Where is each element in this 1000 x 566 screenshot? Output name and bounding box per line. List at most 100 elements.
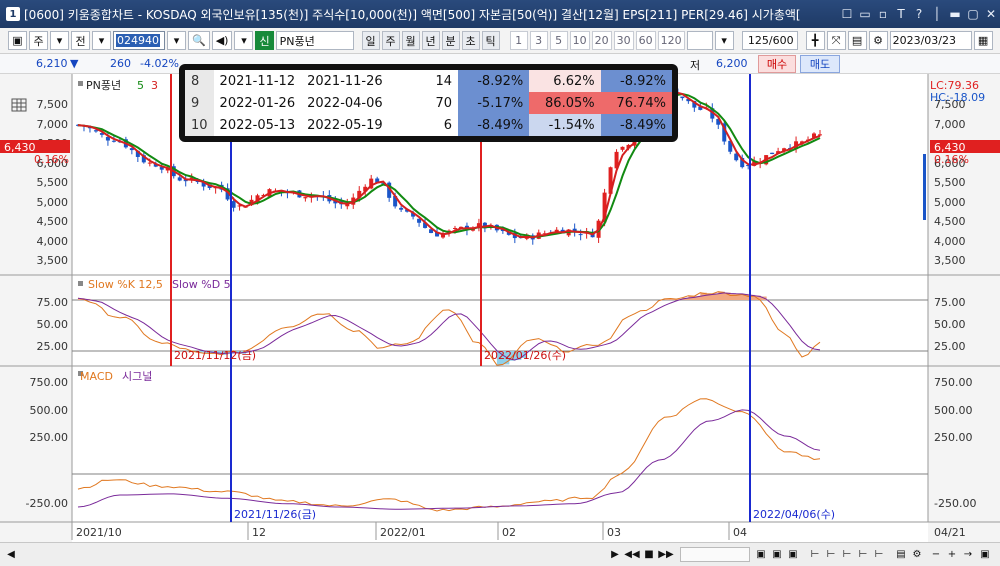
- fit-icon[interactable]: ▣: [978, 547, 992, 562]
- image-icon[interactable]: ▤: [894, 547, 908, 562]
- candle-body: [770, 152, 775, 155]
- gear-icon[interactable]: ⚙: [910, 547, 924, 562]
- maximize-icon[interactable]: ▢: [964, 5, 982, 23]
- market-select[interactable]: 전: [71, 31, 90, 50]
- interval-button[interactable]: 120: [657, 31, 685, 50]
- ruler-icon[interactable]: ⊢: [808, 547, 822, 562]
- interval-button[interactable]: 10: [569, 31, 590, 50]
- period-tab-monthly[interactable]: 월: [401, 31, 420, 50]
- zoom-slider[interactable]: [680, 547, 750, 562]
- x-tick: 02: [502, 526, 516, 539]
- candle-body: [231, 201, 236, 208]
- plus-icon[interactable]: +: [946, 547, 958, 562]
- y-tick: 25.00: [37, 340, 69, 353]
- link-icon[interactable]: ☐: [838, 5, 856, 23]
- period-tab-second[interactable]: 초: [461, 31, 480, 50]
- legend-ma-short: 3: [151, 79, 158, 92]
- type-dropdown-icon[interactable]: ▾: [50, 31, 69, 50]
- tile-icon[interactable]: ▫: [874, 5, 892, 23]
- period-tab-yearly[interactable]: 년: [421, 31, 440, 50]
- ruler-icon[interactable]: ⊢: [856, 547, 870, 562]
- period-tab-daily[interactable]: 일: [361, 31, 380, 50]
- legend-stock-name: PN풍년: [86, 79, 121, 92]
- main-toolbar: ▣ 주 ▾ 전 ▾ 024940 ▾ 🔍 ◀) ▾ 신 PN풍년 일 주 월 년…: [0, 28, 1000, 54]
- settings-icon[interactable]: ⚙: [868, 31, 888, 50]
- interval-button[interactable]: 20: [591, 31, 612, 50]
- window-title: [0600] 키움종합차트 - KOSDAQ 외국인보유[135(천)] 주식수…: [24, 7, 801, 22]
- calendar-icon[interactable]: ▦: [973, 31, 993, 50]
- period-tab-minute[interactable]: 분: [441, 31, 460, 50]
- stock-name-field[interactable]: PN풍년: [275, 31, 354, 50]
- bar-count-field[interactable]: 125/600: [741, 31, 798, 50]
- view-icon[interactable]: ▣: [754, 547, 768, 562]
- y-tick: 500.00: [30, 404, 69, 417]
- sound-dropdown-icon[interactable]: ▾: [234, 31, 254, 50]
- marker-label: 2022/04/06(수): [753, 508, 835, 521]
- type-select[interactable]: 주: [29, 31, 48, 50]
- restore-icon[interactable]: ▭: [856, 5, 874, 23]
- ruler-icon[interactable]: ⊢: [824, 547, 838, 562]
- y-tick: 750.00: [30, 376, 69, 389]
- interval-input[interactable]: [686, 31, 713, 50]
- interval-button[interactable]: 1: [509, 31, 528, 50]
- market-dropdown-icon[interactable]: ▾: [92, 31, 111, 50]
- marker-label: 2021/11/12(금): [174, 349, 256, 362]
- hc-label: HC:-18.09: [930, 91, 985, 104]
- stop-icon[interactable]: ■: [642, 547, 656, 562]
- interval-button[interactable]: 3: [529, 31, 548, 50]
- fast-forward-icon[interactable]: ▶▶: [658, 547, 674, 562]
- legend-ma-long: 5: [137, 79, 144, 92]
- date-field[interactable]: 2023/03/23: [889, 31, 972, 50]
- close-icon[interactable]: ✕: [982, 5, 1000, 23]
- ruler-icon[interactable]: ⊢: [872, 547, 886, 562]
- candle-body: [303, 197, 308, 199]
- sell-button[interactable]: 매도: [800, 55, 840, 73]
- draw-tool-icon[interactable]: ⤧: [826, 31, 846, 50]
- backtest-row[interactable]: 8 2021-11-12 2021-11-26 14 -8.92% 6.62% -8.92%: [185, 70, 672, 92]
- period-tab-tick[interactable]: 틱: [481, 31, 500, 50]
- return-min: -8.92%: [458, 70, 530, 92]
- period-tab-weekly[interactable]: 주: [381, 31, 400, 50]
- y-tick: 4,500: [37, 215, 69, 228]
- overbought-fill: [730, 293, 737, 300]
- play-icon[interactable]: ▶: [608, 547, 622, 562]
- row-index: 10: [185, 114, 214, 136]
- sound-icon[interactable]: ◀): [211, 31, 233, 50]
- ruler-icon[interactable]: ⊢: [840, 547, 854, 562]
- x-tick: 2022/01: [380, 526, 426, 539]
- view-icon[interactable]: ▣: [786, 547, 800, 562]
- return-final: -8.92%: [600, 70, 672, 92]
- title-bar: 1 [0600] 키움종합차트 - KOSDAQ 외국인보유[135(천)] 주…: [0, 0, 1000, 28]
- minus-icon[interactable]: −: [930, 547, 942, 562]
- rewind-icon[interactable]: ◀◀: [624, 547, 640, 562]
- interval-dropdown-icon[interactable]: ▾: [714, 31, 734, 50]
- backtest-row[interactable]: 9 2022-01-26 2022-04-06 70 -5.17% 86.05% 76.74…: [185, 92, 672, 114]
- interval-button[interactable]: 5: [549, 31, 568, 50]
- interval-button[interactable]: 30: [613, 31, 634, 50]
- bar-count-total: /600: [768, 34, 794, 47]
- bar-count: 14: [435, 73, 453, 89]
- save-icon[interactable]: ▤: [847, 31, 867, 50]
- minimize-icon[interactable]: ▬: [946, 5, 964, 23]
- stock-chart[interactable]: 2021/11/12(금) 2022/01/26(수) 2021/11/26(금…: [0, 74, 1000, 542]
- layout-icon[interactable]: ▣: [8, 31, 27, 50]
- chart-type-icon[interactable]: ╋: [805, 31, 825, 50]
- backtest-row[interactable]: 10 2022-05-13 2022-05-19 6 -8.49% -1.54% -8.49…: [185, 114, 672, 136]
- scroll-left-icon[interactable]: ◀: [4, 547, 18, 562]
- help-icon[interactable]: ?: [910, 5, 928, 23]
- buy-button[interactable]: 매수: [758, 55, 796, 73]
- interval-button[interactable]: 60: [635, 31, 656, 50]
- legend-macd: MACD: [80, 370, 113, 383]
- separator-icon: │: [933, 7, 941, 21]
- code-dropdown-icon[interactable]: ▾: [167, 31, 186, 50]
- return-min: -8.49%: [458, 114, 530, 136]
- view-icon[interactable]: ▣: [770, 547, 784, 562]
- font-icon[interactable]: T: [892, 5, 910, 23]
- stock-code-input[interactable]: 024940: [113, 31, 165, 50]
- y-tick: 5,000: [934, 196, 966, 209]
- arrow-right-icon[interactable]: →: [962, 547, 974, 562]
- search-icon[interactable]: 🔍: [188, 31, 210, 50]
- candle-body: [147, 162, 152, 164]
- return-final: -8.49%: [600, 114, 672, 136]
- price-change: 260: [110, 57, 131, 70]
